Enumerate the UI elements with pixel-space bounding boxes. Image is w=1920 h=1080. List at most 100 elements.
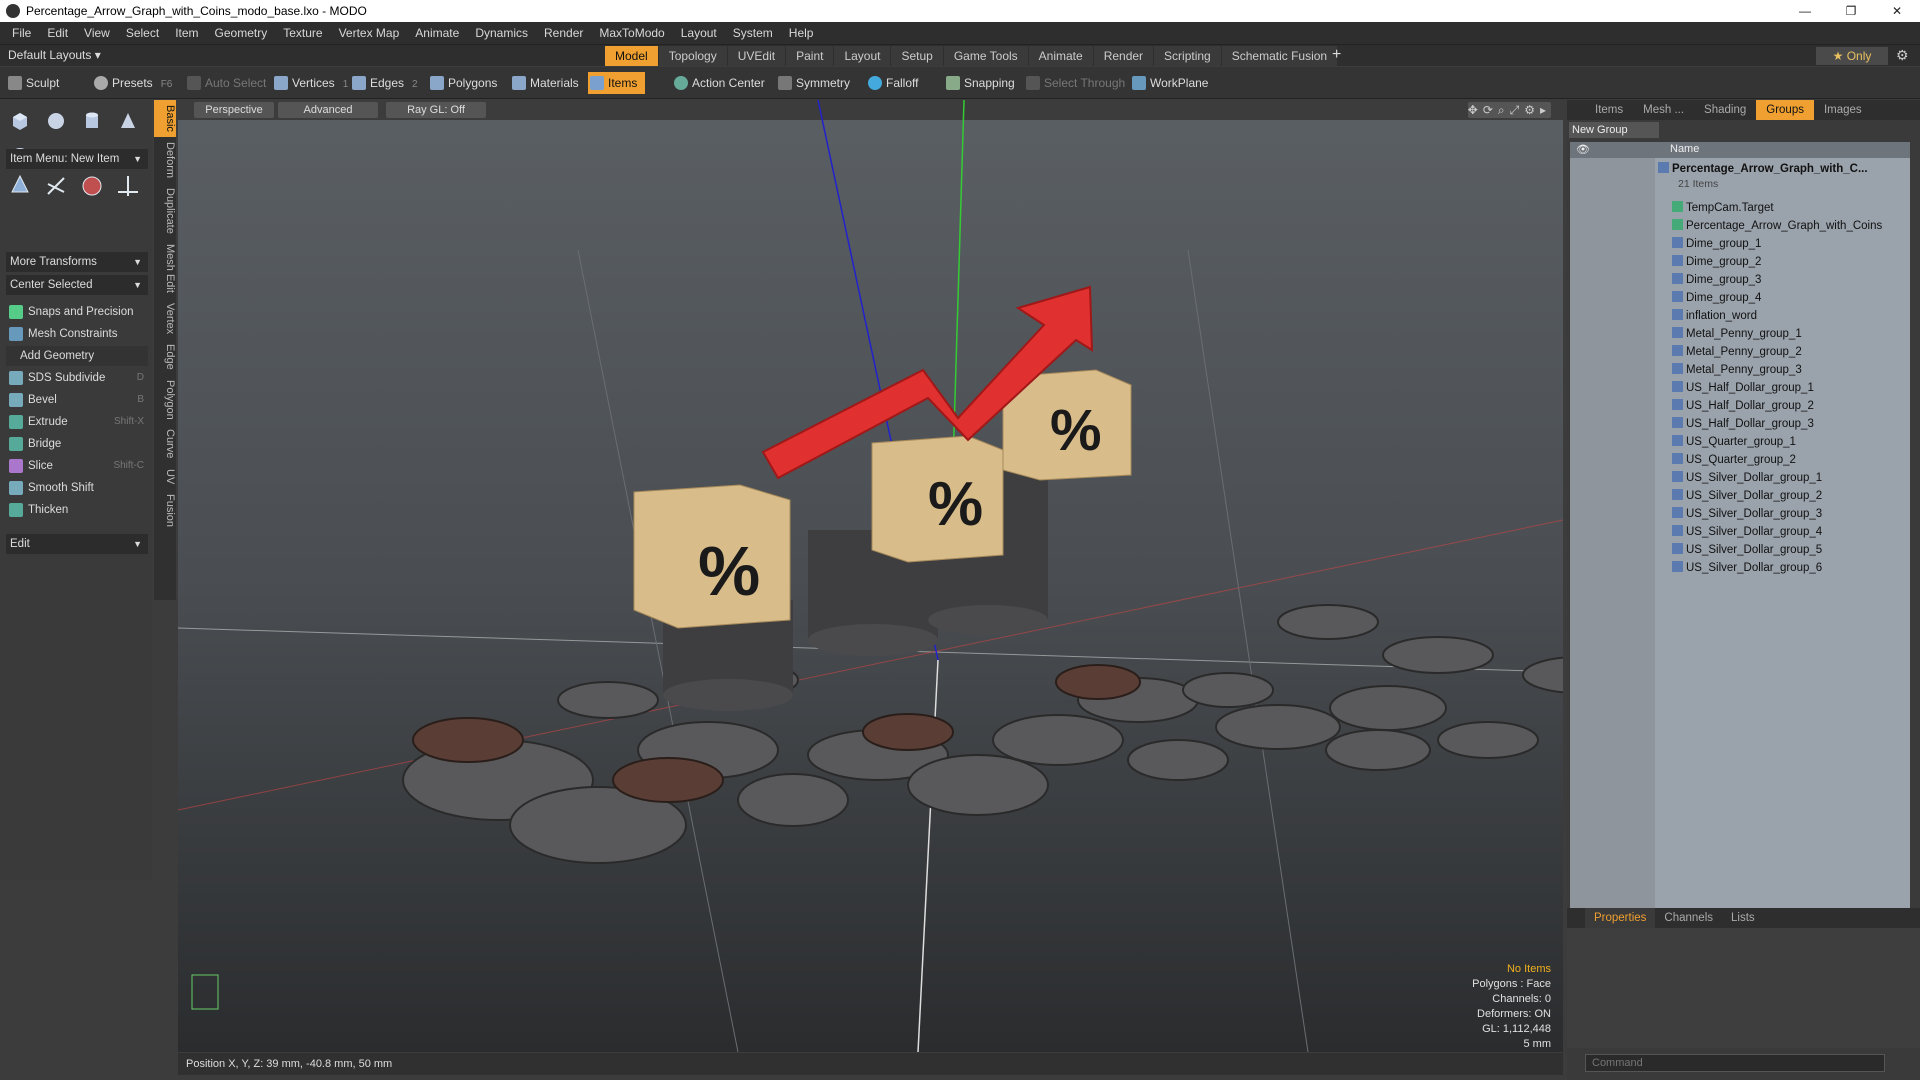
tab-topology[interactable]: Topology (658, 46, 727, 66)
menu-vertex-map[interactable]: Vertex Map (331, 26, 408, 40)
add-geometry-section[interactable]: Add Geometry (6, 346, 148, 366)
snaps-precision-button[interactable]: Snaps and Precision (6, 302, 148, 322)
workplane-button[interactable]: WorkPlane (1130, 72, 1208, 94)
default-layouts-dropdown[interactable]: Default Layouts ▾ (8, 48, 101, 62)
side-tab-basic[interactable]: Basic (154, 100, 176, 137)
side-tab-deform[interactable]: Deform (154, 137, 176, 183)
menu-file[interactable]: File (4, 26, 39, 40)
symmetry-button[interactable]: Symmetry (776, 72, 850, 94)
menu-maxtomodo[interactable]: MaxToModo (591, 26, 672, 40)
tab-shading[interactable]: Shading (1694, 100, 1756, 120)
mesh-constraints-button[interactable]: Mesh Constraints (6, 324, 148, 344)
tree-item[interactable]: Dime_group_3 (1672, 271, 1761, 289)
menu-texture[interactable]: Texture (275, 26, 330, 40)
sds-subdivide-button[interactable]: SDS Subdivide D (6, 368, 148, 388)
tab-scripting[interactable]: Scripting (1154, 46, 1221, 66)
tree-item[interactable]: US_Silver_Dollar_group_6 (1672, 559, 1822, 577)
side-tab-duplicate[interactable]: Duplicate (154, 183, 176, 239)
tree-item[interactable]: US_Silver_Dollar_group_4 (1672, 523, 1822, 541)
thicken-button[interactable]: Thicken (6, 500, 148, 520)
name-column-header[interactable]: Name (1670, 143, 1699, 155)
bridge-button[interactable]: Bridge (6, 434, 148, 454)
menu-animate[interactable]: Animate (407, 26, 467, 40)
only-toggle[interactable]: ★ Only (1816, 47, 1888, 65)
tree-item[interactable]: US_Quarter_group_2 (1672, 451, 1796, 469)
tab-channels[interactable]: Channels (1655, 908, 1722, 928)
tree-item[interactable]: TempCam.Target (1672, 199, 1774, 217)
sculpt-button[interactable]: Sculpt (6, 72, 59, 94)
tree-item[interactable]: Dime_group_1 (1672, 235, 1761, 253)
minimize-button[interactable]: — (1782, 0, 1828, 22)
new-group-button[interactable]: New Group (1569, 122, 1659, 138)
side-tab-uv[interactable]: UV (154, 464, 176, 489)
menu-edit[interactable]: Edit (39, 26, 76, 40)
tab-mesh[interactable]: Mesh ... (1633, 100, 1694, 120)
tree-item[interactable]: US_Silver_Dollar_group_3 (1672, 505, 1822, 523)
tab-groups[interactable]: Groups (1756, 100, 1814, 120)
extrude-button[interactable]: Extrude Shift-X (6, 412, 148, 432)
tab-paint[interactable]: Paint (786, 46, 834, 66)
tree-item[interactable]: US_Silver_Dollar_group_1 (1672, 469, 1822, 487)
bevel-button[interactable]: Bevel B (6, 390, 148, 410)
menu-view[interactable]: View (76, 26, 118, 40)
tab-layout[interactable]: Layout (834, 46, 891, 66)
tree-item[interactable]: Metal_Penny_group_1 (1672, 325, 1802, 343)
menu-item[interactable]: Item (167, 26, 206, 40)
menu-layout[interactable]: Layout (673, 26, 725, 40)
tree-item[interactable]: US_Half_Dollar_group_2 (1672, 397, 1814, 415)
tree-item[interactable]: Dime_group_4 (1672, 289, 1761, 307)
side-tab-mesh-edit[interactable]: Mesh Edit (154, 239, 176, 298)
menu-system[interactable]: System (725, 26, 781, 40)
3d-viewport[interactable]: Perspective Advanced Ray GL: Off ✥⟳⌕⤢⚙▸ (178, 100, 1563, 1052)
side-tab-polygon[interactable]: Polygon (154, 375, 176, 425)
edges-button[interactable]: Edges 2 (350, 72, 418, 94)
tree-item[interactable]: US_Half_Dollar_group_3 (1672, 415, 1814, 433)
tab-lists[interactable]: Lists (1722, 908, 1764, 928)
presets-button[interactable]: Presets F6 (92, 72, 172, 94)
tab-uvedit[interactable]: UVEdit (727, 46, 786, 66)
side-tab-fusion[interactable]: Fusion (154, 489, 176, 532)
menu-dynamics[interactable]: Dynamics (467, 26, 536, 40)
tree-item[interactable]: Metal_Penny_group_2 (1672, 343, 1802, 361)
tab-images[interactable]: Images (1814, 100, 1872, 120)
action-center-button[interactable]: Action Center (672, 72, 765, 94)
items-button[interactable]: Items (588, 72, 646, 94)
tree-item[interactable]: Percentage_Arrow_Graph_with_Coins (1672, 217, 1882, 235)
tree-item[interactable]: US_Half_Dollar_group_1 (1672, 379, 1814, 397)
command-input[interactable] (1585, 1054, 1885, 1072)
snapping-button[interactable]: Snapping (944, 72, 1015, 94)
menu-render[interactable]: Render (536, 26, 591, 40)
gear-icon[interactable]: ⚙ (1896, 47, 1909, 64)
tab-items[interactable]: Items (1585, 100, 1633, 120)
tab-game-tools[interactable]: Game Tools (943, 46, 1028, 66)
menu-help[interactable]: Help (781, 26, 822, 40)
tree-item[interactable]: Dime_group_2 (1672, 253, 1761, 271)
falloff-button[interactable]: Falloff (866, 72, 918, 94)
smooth-shift-button[interactable]: Smooth Shift (6, 478, 148, 498)
close-button[interactable]: ✕ (1874, 0, 1920, 22)
tab-model[interactable]: Model (605, 46, 658, 66)
tree-item[interactable]: US_Silver_Dollar_group_5 (1672, 541, 1822, 559)
tree-item[interactable]: inflation_word (1672, 307, 1757, 325)
tab-properties[interactable]: Properties (1585, 908, 1656, 928)
center-selected-dropdown[interactable]: Center Selected ▼ (6, 275, 148, 295)
tree-item[interactable]: US_Quarter_group_1 (1672, 433, 1796, 451)
maximize-button[interactable]: ❐ (1828, 0, 1874, 22)
select-through-button[interactable]: Select Through (1024, 72, 1125, 94)
side-tab-edge[interactable]: Edge (154, 339, 176, 375)
tab-schematic-fusion[interactable]: Schematic Fusion (1221, 46, 1338, 66)
tab-setup[interactable]: Setup (891, 46, 943, 66)
edit-dropdown[interactable]: Edit ▼ (6, 534, 148, 554)
materials-button[interactable]: Materials (510, 72, 579, 94)
menu-geometry[interactable]: Geometry (207, 26, 276, 40)
auto-select-button[interactable]: Auto Select (185, 72, 266, 94)
tree-item[interactable]: Metal_Penny_group_3 (1672, 361, 1802, 379)
tab-animate[interactable]: Animate (1028, 46, 1093, 66)
side-tab-curve[interactable]: Curve (154, 424, 176, 463)
more-transforms-dropdown[interactable]: More Transforms ▼ (6, 252, 148, 272)
tab-render[interactable]: Render (1093, 46, 1154, 66)
menu-select[interactable]: Select (118, 26, 167, 40)
tree-item[interactable]: US_Silver_Dollar_group_2 (1672, 487, 1822, 505)
polygons-button[interactable]: Polygons (428, 72, 497, 94)
eye-icon[interactable]: 👁 (1576, 143, 1590, 156)
